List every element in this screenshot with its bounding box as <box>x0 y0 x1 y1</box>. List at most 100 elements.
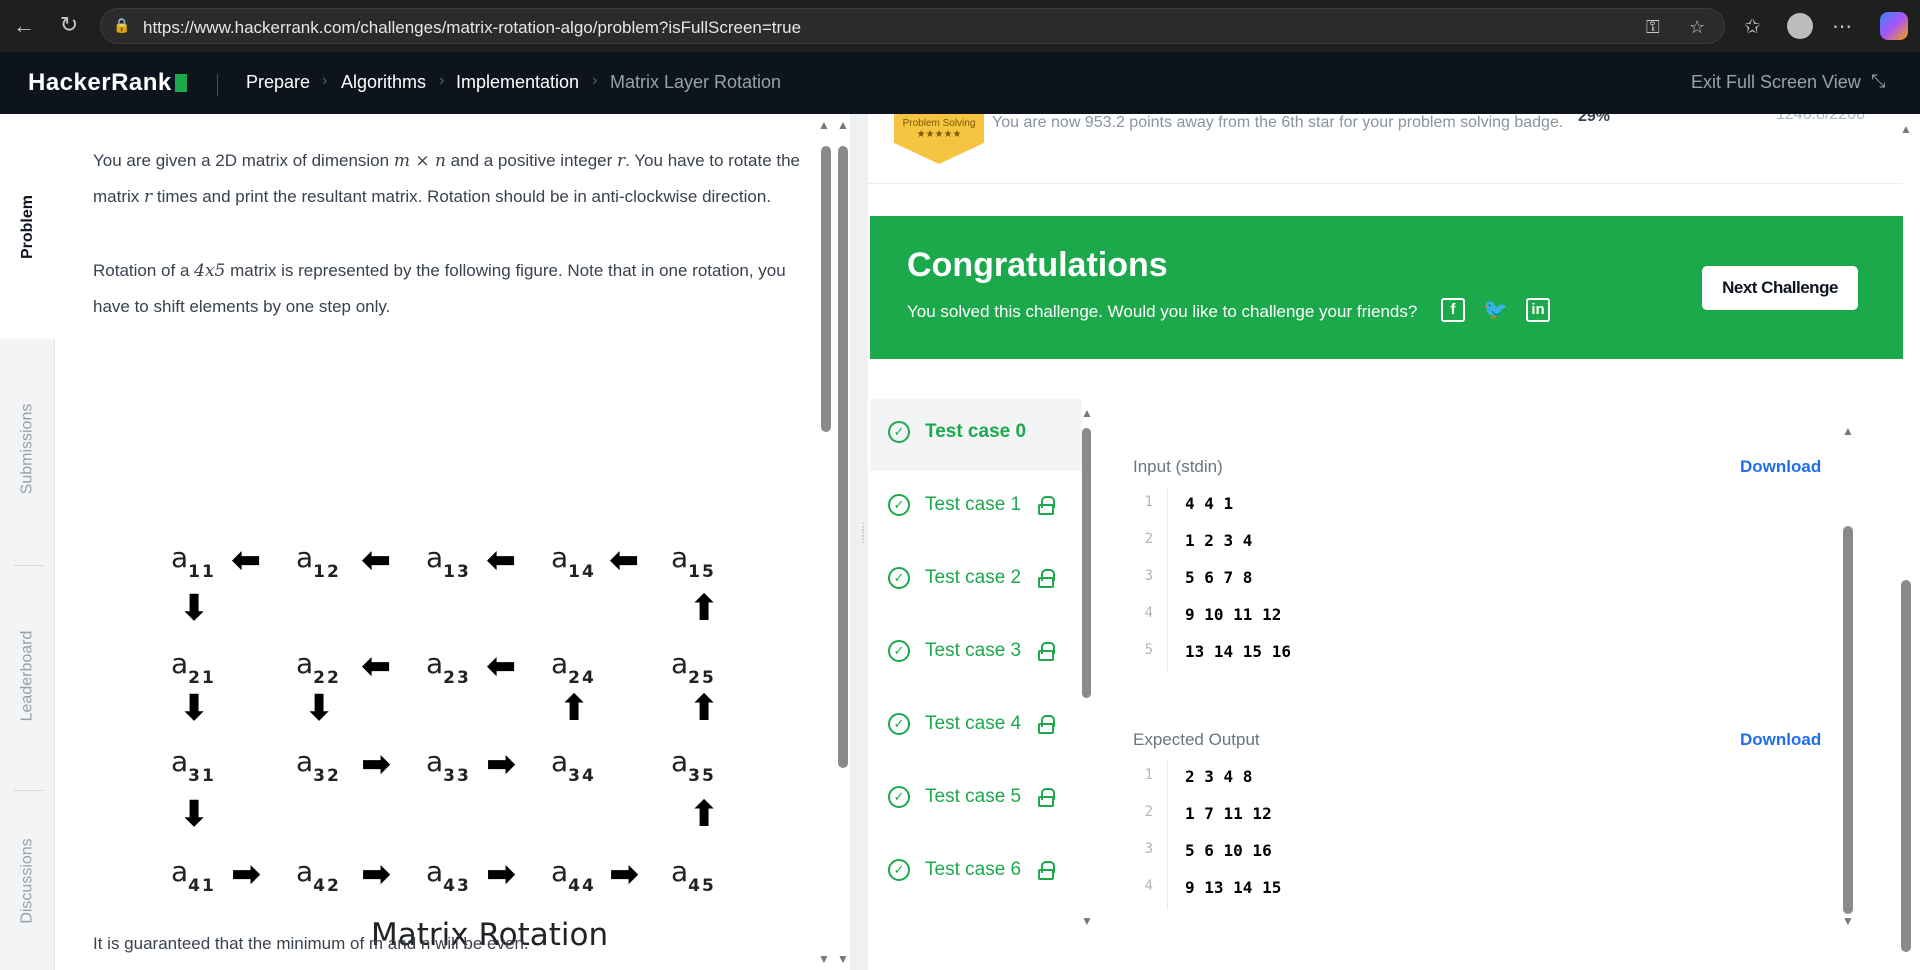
matrix-cell: a35 <box>671 745 716 786</box>
matrix-cell: a44 <box>551 855 596 896</box>
problem-solving-badge: Problem Solving ★★★★★ <box>894 114 984 164</box>
problem-scrollbar-thumb[interactable] <box>821 146 831 432</box>
drag-handle-icon[interactable]: ⋮ ⋮ ⋮ <box>858 523 868 545</box>
matrix-cell: a32 <box>296 745 341 786</box>
next-challenge-button[interactable]: Next Challenge <box>1702 266 1858 310</box>
line-text: 1 7 11 12 <box>1185 804 1272 823</box>
back-arrow-icon[interactable]: ← <box>12 14 36 38</box>
cell-index: 41 <box>188 876 216 896</box>
tab-submissions[interactable]: Submissions <box>0 339 55 559</box>
code-line: 3 5 6 10 16 <box>1133 835 1693 872</box>
arrow-down-icon: ⬇ <box>179 688 210 729</box>
address-bar[interactable]: 🔒 https://www.hackerrank.com/challenges/… <box>100 8 1725 44</box>
testcase-scrollbar-thumb[interactable] <box>1082 428 1091 698</box>
line-text: 9 13 14 15 <box>1185 878 1282 897</box>
breadcrumb-implementation[interactable]: Implementation <box>456 72 579 93</box>
test-case-label: Test case 1 <box>925 494 1022 515</box>
scroll-up-arrow-icon[interactable]: ▲ <box>1081 406 1093 420</box>
twitter-icon[interactable]: 🐦 <box>1483 298 1508 322</box>
badge-label: Problem Solving ★★★★★ <box>894 118 984 140</box>
more-options-icon[interactable]: ⋯ <box>1832 14 1852 39</box>
right-panel-scrollbar-thumb[interactable] <box>1901 580 1911 952</box>
cell-index: 21 <box>188 668 216 688</box>
test-case-label: Test case 6 <box>925 859 1022 880</box>
arrow-up-icon: ⬆ <box>689 688 720 729</box>
arrow-up-icon: ⬆ <box>689 588 720 629</box>
badge-progress-text: You are now 953.2 points away from the 6… <box>992 114 1564 131</box>
badge-stars: ★★★★★ <box>916 129 962 140</box>
key-icon[interactable]: ⚿ <box>1646 17 1660 38</box>
browser-toolbar: ← ↻ 🔒 https://www.hackerrank.com/challen… <box>0 0 1920 52</box>
check-circle-icon: ✓ <box>888 786 910 808</box>
tab-submissions-label: Submissions <box>18 403 36 495</box>
tab-problem[interactable]: Problem <box>0 114 55 339</box>
arrow-left-icon: ⬅ <box>231 540 262 581</box>
test-case-list: ✓ Test case 0 ✓ Test case 1 ✓ Test case … <box>870 399 1082 927</box>
test-case-item[interactable]: ✓ Test case 4 <box>870 691 1082 763</box>
scroll-up-arrow-icon[interactable]: ▲ <box>1900 122 1912 136</box>
matrix-cell: a24 <box>551 647 596 688</box>
tab-leaderboard[interactable]: Leaderboard <box>0 566 55 786</box>
lock-icon[interactable]: 🔒 <box>113 17 130 34</box>
scroll-down-arrow-icon[interactable]: ▼ <box>818 952 830 966</box>
scroll-down-arrow-icon[interactable]: ▼ <box>837 952 849 966</box>
copilot-icon[interactable] <box>1880 12 1908 40</box>
breadcrumb-algorithms[interactable]: Algorithms <box>341 72 426 93</box>
cell-index: 42 <box>313 876 341 896</box>
lock-icon <box>1038 642 1055 661</box>
text: times and print the resultant matrix. Ro… <box>152 187 772 206</box>
linkedin-icon[interactable]: in <box>1526 298 1550 322</box>
tab-discussions-label: Discussions <box>18 838 36 924</box>
line-number: 2 <box>1144 531 1153 547</box>
scroll-down-arrow-icon[interactable]: ▼ <box>1081 914 1093 928</box>
cell-index: 34 <box>568 766 596 786</box>
breadcrumb-prepare[interactable]: Prepare <box>246 72 310 93</box>
arrow-right-icon: ➡ <box>609 854 640 895</box>
hackerrank-logo[interactable]: HackerRank <box>28 69 187 97</box>
url-text[interactable]: https://www.hackerrank.com/challenges/ma… <box>143 18 801 38</box>
lock-icon <box>1038 788 1055 807</box>
output-scrollbar-thumb[interactable] <box>1843 526 1853 914</box>
matrix-cell: a41 <box>171 855 216 896</box>
exit-fullscreen-link[interactable]: Exit Full Screen View <box>1691 72 1861 93</box>
line-number: 1 <box>1144 767 1153 783</box>
favorites-icon[interactable]: ✩ <box>1744 14 1761 39</box>
scroll-down-arrow-icon[interactable]: ▼ <box>1842 914 1854 928</box>
cell-index: 13 <box>443 562 471 582</box>
line-text: 1 2 3 4 <box>1185 531 1253 550</box>
matrix-cell: a23 <box>426 647 471 688</box>
input-download-link[interactable]: Download <box>1740 457 1821 477</box>
reload-icon[interactable]: ↻ <box>57 13 81 37</box>
tab-discussions[interactable]: Discussions <box>0 792 55 970</box>
matrix-cell: a22 <box>296 647 341 688</box>
line-number: 4 <box>1144 605 1153 621</box>
matrix-cell: a45 <box>671 855 716 896</box>
favorite-star-icon[interactable]: ☆ <box>1689 17 1705 38</box>
test-case-item[interactable]: ✓ Test case 2 <box>870 545 1082 617</box>
facebook-icon[interactable]: f <box>1441 298 1465 322</box>
matrix-cell: a12 <box>296 541 341 582</box>
results-panel: Problem Solving ★★★★★ You are now 953.2 p… <box>868 114 1920 970</box>
test-case-item[interactable]: ✓ Test case 5 <box>870 764 1082 836</box>
page-scrollbar-thumb[interactable] <box>838 146 848 768</box>
test-case-item[interactable]: ✓ Test case 6 <box>870 837 1082 909</box>
math-expression: r <box>617 151 626 171</box>
scroll-up-arrow-icon[interactable]: ▲ <box>818 118 830 132</box>
matrix-cell: a42 <box>296 855 341 896</box>
lock-icon <box>1038 569 1055 588</box>
expected-download-link[interactable]: Download <box>1740 730 1821 750</box>
collapse-icon[interactable]: ⤡ <box>1871 71 1885 92</box>
profile-avatar[interactable] <box>1787 13 1813 39</box>
arrow-up-icon: ⬆ <box>559 688 590 729</box>
code-line: 4 9 13 14 15 <box>1133 872 1693 909</box>
scroll-up-arrow-icon[interactable]: ▲ <box>1842 424 1854 438</box>
scroll-up-arrow-icon[interactable]: ▲ <box>837 118 849 132</box>
test-case-item[interactable]: ✓ Test case 1 <box>870 472 1082 544</box>
test-case-item[interactable]: ✓ Test case 0 <box>870 399 1082 471</box>
code-line: 1 4 4 1 <box>1133 488 1693 525</box>
cell-index: 44 <box>568 876 596 896</box>
cell-index: 31 <box>188 766 216 786</box>
check-circle-icon: ✓ <box>888 713 910 735</box>
test-case-item[interactable]: ✓ Test case 3 <box>870 618 1082 690</box>
arrow-left-icon: ⬅ <box>361 646 392 687</box>
